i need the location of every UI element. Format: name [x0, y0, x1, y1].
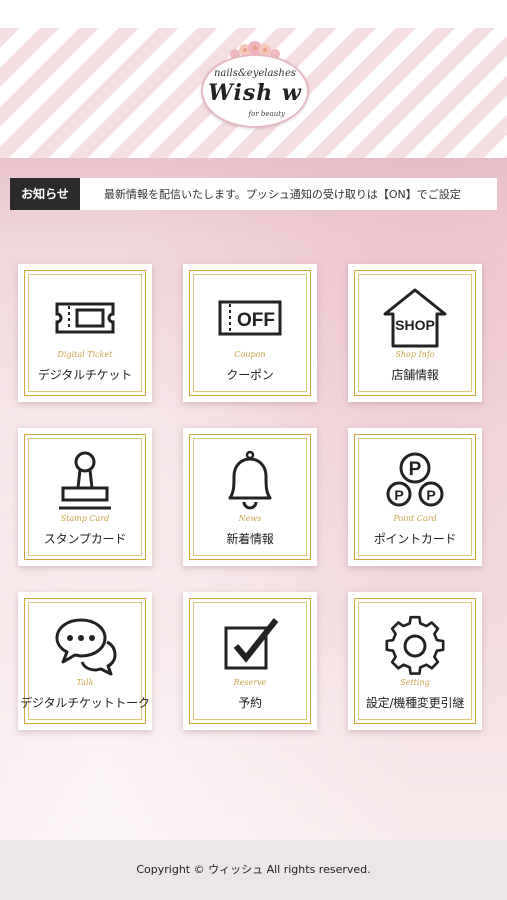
- svg-text:P: P: [394, 487, 403, 503]
- tile-en-label: Point Card: [393, 514, 437, 523]
- shop-logo[interactable]: nails&eyelashes Wish w for beauty: [201, 36, 309, 130]
- points-icon: P P P: [386, 452, 444, 507]
- tile-en-label: Digital Ticket: [57, 350, 113, 359]
- chat-bubbles-icon: [55, 618, 117, 676]
- tile-jp-label: スタンプカード: [43, 532, 127, 546]
- svg-text:P: P: [409, 459, 422, 480]
- shop-house-icon: SHOP: [383, 288, 447, 348]
- tile-digital-ticket[interactable]: Digital Ticket デジタルチケット: [18, 264, 152, 402]
- status-bar: [0, 0, 507, 28]
- main-content: お知らせ 最新情報を配信いたします。プッシュ通知の受け取りは【ON】でご設定 D…: [0, 158, 507, 840]
- tile-reserve[interactable]: Reserve 予約: [183, 592, 317, 730]
- stamp-icon: [59, 451, 111, 510]
- news-ticker-text: 最新情報を配信いたします。プッシュ通知の受け取りは【ON】でご設定: [104, 188, 461, 201]
- tile-jp-label: 設定/機種変更引継: [365, 696, 465, 710]
- tile-jp-label: 予約: [238, 696, 262, 710]
- tile-jp-label: ポイントカード: [373, 532, 457, 546]
- tile-en-label: Coupon: [234, 350, 266, 359]
- tile-talk[interactable]: Talk デジタルチケットトーク: [18, 592, 152, 730]
- bell-icon: [228, 450, 272, 510]
- ticket-icon: [55, 302, 115, 334]
- tile-jp-label: 店舗情報: [391, 368, 439, 382]
- tile-shop-info[interactable]: SHOP Shop Info 店舗情報: [348, 264, 482, 402]
- tile-coupon[interactable]: OFF Coupon クーポン: [183, 264, 317, 402]
- tile-stamp-card[interactable]: Stamp Card スタンプカード: [18, 428, 152, 566]
- checkbox-icon: [224, 618, 279, 670]
- svg-text:P: P: [426, 487, 435, 503]
- tile-jp-label: デジタルチケット: [37, 368, 133, 382]
- tile-en-label: News: [238, 514, 262, 523]
- tile-setting[interactable]: Setting 設定/機種変更引継: [348, 592, 482, 730]
- off-coupon-icon: OFF: [218, 300, 282, 336]
- logo-subtitle: for beauty: [248, 110, 285, 118]
- news-ticker[interactable]: お知らせ 最新情報を配信いたします。プッシュ通知の受け取りは【ON】でご設定: [10, 178, 497, 210]
- tile-news[interactable]: News 新着情報: [183, 428, 317, 566]
- tile-jp-label: デジタルチケットトーク: [20, 696, 150, 710]
- tile-jp-label: 新着情報: [226, 532, 274, 546]
- svg-text:SHOP: SHOP: [395, 317, 435, 333]
- footer: Copyright © ウィッシュ All rights reserved.: [0, 840, 507, 900]
- logo-tagline: nails&eyelashes: [213, 68, 297, 79]
- tile-en-label: Reserve: [233, 678, 267, 687]
- logo-title: Wish w: [208, 80, 302, 106]
- news-ticker-label: お知らせ: [10, 178, 80, 210]
- tile-en-label: Talk: [76, 678, 94, 687]
- tile-en-label: Setting: [400, 678, 430, 687]
- tile-en-label: Stamp Card: [60, 514, 110, 523]
- copyright-text: Copyright © ウィッシュ All rights reserved.: [136, 863, 371, 876]
- tile-point-card[interactable]: P P P Point Card ポイントカード: [348, 428, 482, 566]
- tile-en-label: Shop Info: [395, 350, 435, 359]
- tile-jp-label: クーポン: [226, 368, 274, 382]
- gear-icon: [385, 615, 445, 675]
- svg-text:OFF: OFF: [237, 310, 275, 331]
